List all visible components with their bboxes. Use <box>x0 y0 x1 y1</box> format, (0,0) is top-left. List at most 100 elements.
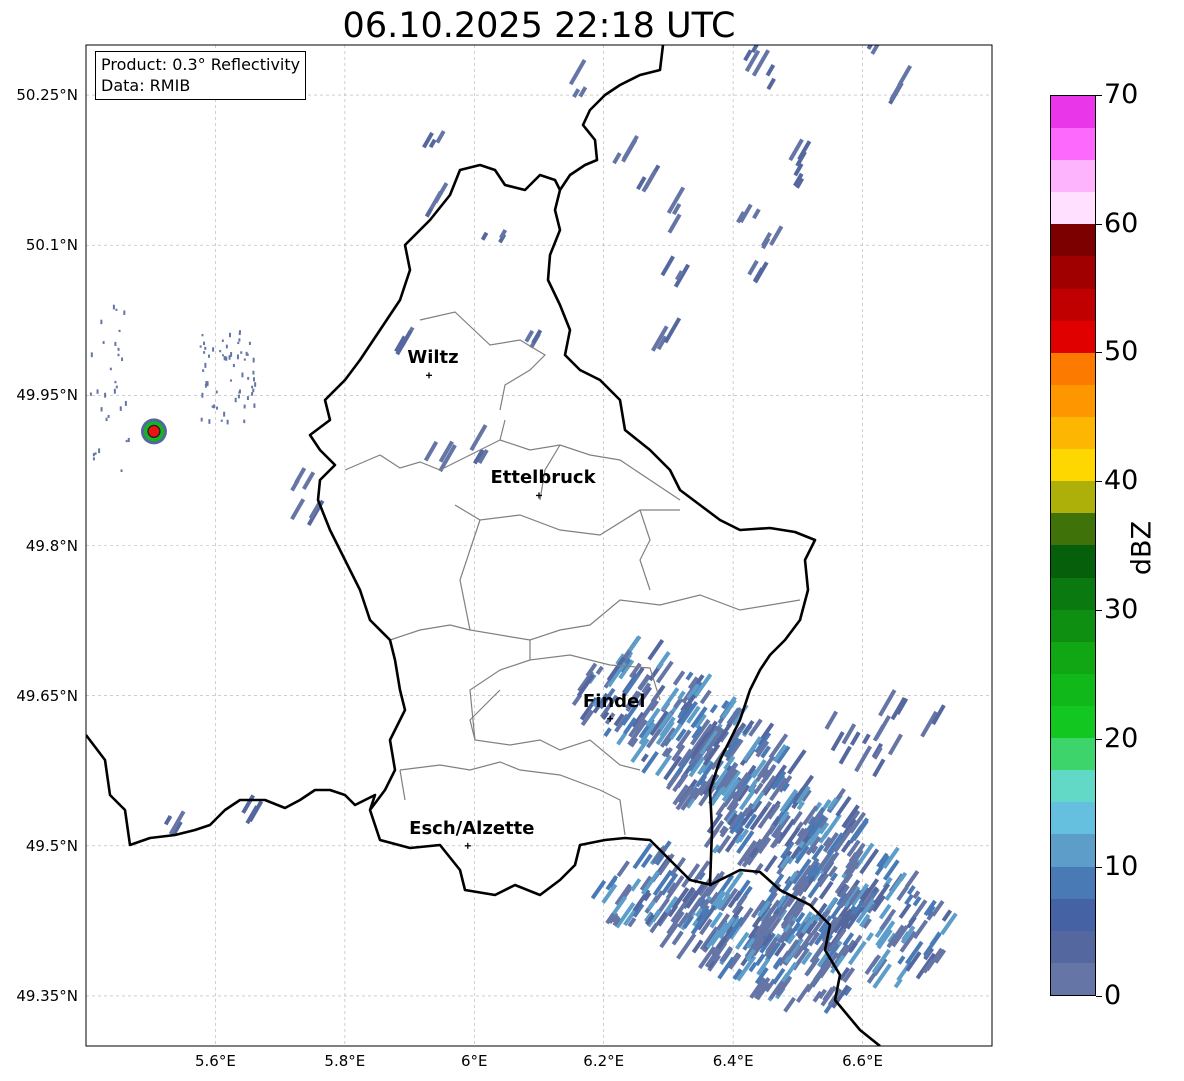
colorbar-segment <box>1051 320 1095 353</box>
echo-cell <box>100 407 103 412</box>
echo-cell <box>699 689 712 705</box>
lon-label: 6.6°E <box>842 1052 883 1070</box>
colorbar-segment <box>1051 352 1095 385</box>
lat-label: 50.1°N <box>25 236 78 255</box>
echo-cell <box>125 439 128 443</box>
echo-cell <box>499 229 508 239</box>
colorbar-segment <box>1051 160 1095 193</box>
echo-cell <box>225 356 228 361</box>
lon-label: 6.4°E <box>712 1052 754 1070</box>
echo-cell <box>118 329 121 333</box>
echo-cell <box>243 404 246 409</box>
echo-cell <box>854 745 873 773</box>
echo-cell <box>302 471 316 491</box>
echo-cell <box>222 354 225 357</box>
echo-cell <box>200 417 203 422</box>
city-marker <box>464 842 471 849</box>
colorbar-label: 40 <box>1104 465 1139 497</box>
echo-cell <box>236 354 239 360</box>
echo-cell <box>117 347 120 351</box>
colorbar-label: 70 <box>1104 79 1139 110</box>
echo-cell <box>94 452 97 455</box>
colorbar-label: 0 <box>1104 980 1122 1011</box>
city-label: Ettelbruck <box>490 467 596 489</box>
echo-cell <box>423 440 439 462</box>
colorbar-tick <box>1096 95 1102 96</box>
echo-cell <box>747 259 759 276</box>
echo-cell <box>96 389 99 394</box>
city-markers <box>425 372 614 849</box>
colorbar-segment <box>1051 866 1095 899</box>
echo-cell <box>229 379 232 382</box>
colorbar-segment <box>1051 384 1095 418</box>
echo-cell <box>234 397 237 403</box>
echo-cell <box>225 344 228 349</box>
echo-cell <box>568 59 587 86</box>
colorbar-segment <box>1051 834 1095 867</box>
echo-cell <box>202 369 205 372</box>
echo-cell <box>672 670 686 686</box>
echo-cell <box>204 383 207 388</box>
echo-cell <box>872 724 886 742</box>
echo-cell <box>107 414 110 418</box>
colorbar-segment <box>1051 95 1095 129</box>
echo-cell <box>709 703 718 714</box>
echo-cell <box>114 341 117 346</box>
colorbar-segment <box>1051 577 1095 610</box>
echo-cell <box>897 64 913 87</box>
colorbar-segment <box>1051 706 1095 739</box>
colorbar-segment <box>1051 256 1095 289</box>
echo-cell <box>201 392 204 398</box>
echo-cell <box>237 394 240 399</box>
echo-cell <box>109 367 112 371</box>
echo-cell <box>124 400 127 406</box>
colorbar-segment <box>1051 417 1095 450</box>
colorbar-segment <box>1051 673 1095 707</box>
product-label: Product: 0.3° Reflectivity <box>101 55 301 74</box>
echo-cell <box>208 354 211 358</box>
colorbar-label: 50 <box>1104 336 1139 368</box>
colorbar-segment <box>1051 930 1095 963</box>
colorbar <box>1050 95 1096 996</box>
radar-echoes <box>89 45 958 1014</box>
echo-cell <box>120 469 123 473</box>
echo-cell <box>104 392 107 398</box>
colorbar-label: 60 <box>1104 207 1139 239</box>
echo-cell <box>123 310 126 315</box>
echo-cell <box>212 347 215 352</box>
echo-cell <box>246 396 249 400</box>
echo-cell <box>243 358 246 361</box>
echo-cell <box>671 930 684 946</box>
echo-cell <box>572 88 581 98</box>
radar-site-marker <box>147 424 161 439</box>
echo-cell <box>252 388 255 393</box>
echo-cell <box>621 138 638 163</box>
radar-map[interactable] <box>0 0 1184 1081</box>
echo-cell <box>890 697 907 721</box>
echo-cell <box>603 727 612 738</box>
echo-cell <box>889 83 902 102</box>
echo-cell <box>659 922 680 949</box>
echo-cell <box>252 357 255 363</box>
echo-cell <box>105 417 108 422</box>
echo-cell <box>203 351 206 354</box>
echo-cell <box>238 389 241 394</box>
echo-cell <box>765 64 776 77</box>
colorbar-segment <box>1051 481 1095 514</box>
colorbar-segment <box>1051 962 1095 995</box>
echo-cell <box>237 341 240 345</box>
colorbar-segment <box>1051 224 1095 257</box>
echo-cell <box>211 405 214 408</box>
colorbar-tick <box>1096 352 1102 354</box>
echo-cell <box>849 731 861 746</box>
echo-cell <box>241 372 244 378</box>
echo-cell <box>824 710 839 730</box>
lat-label: 49.65°N <box>16 686 78 705</box>
echo-cell <box>163 814 173 826</box>
echo-cell <box>787 749 807 775</box>
echo-cell <box>230 352 233 357</box>
echo-cell <box>199 345 202 348</box>
lat-label: 50.25°N <box>16 86 78 105</box>
echo-cell <box>119 406 122 411</box>
colorbar-tick <box>1096 867 1102 869</box>
